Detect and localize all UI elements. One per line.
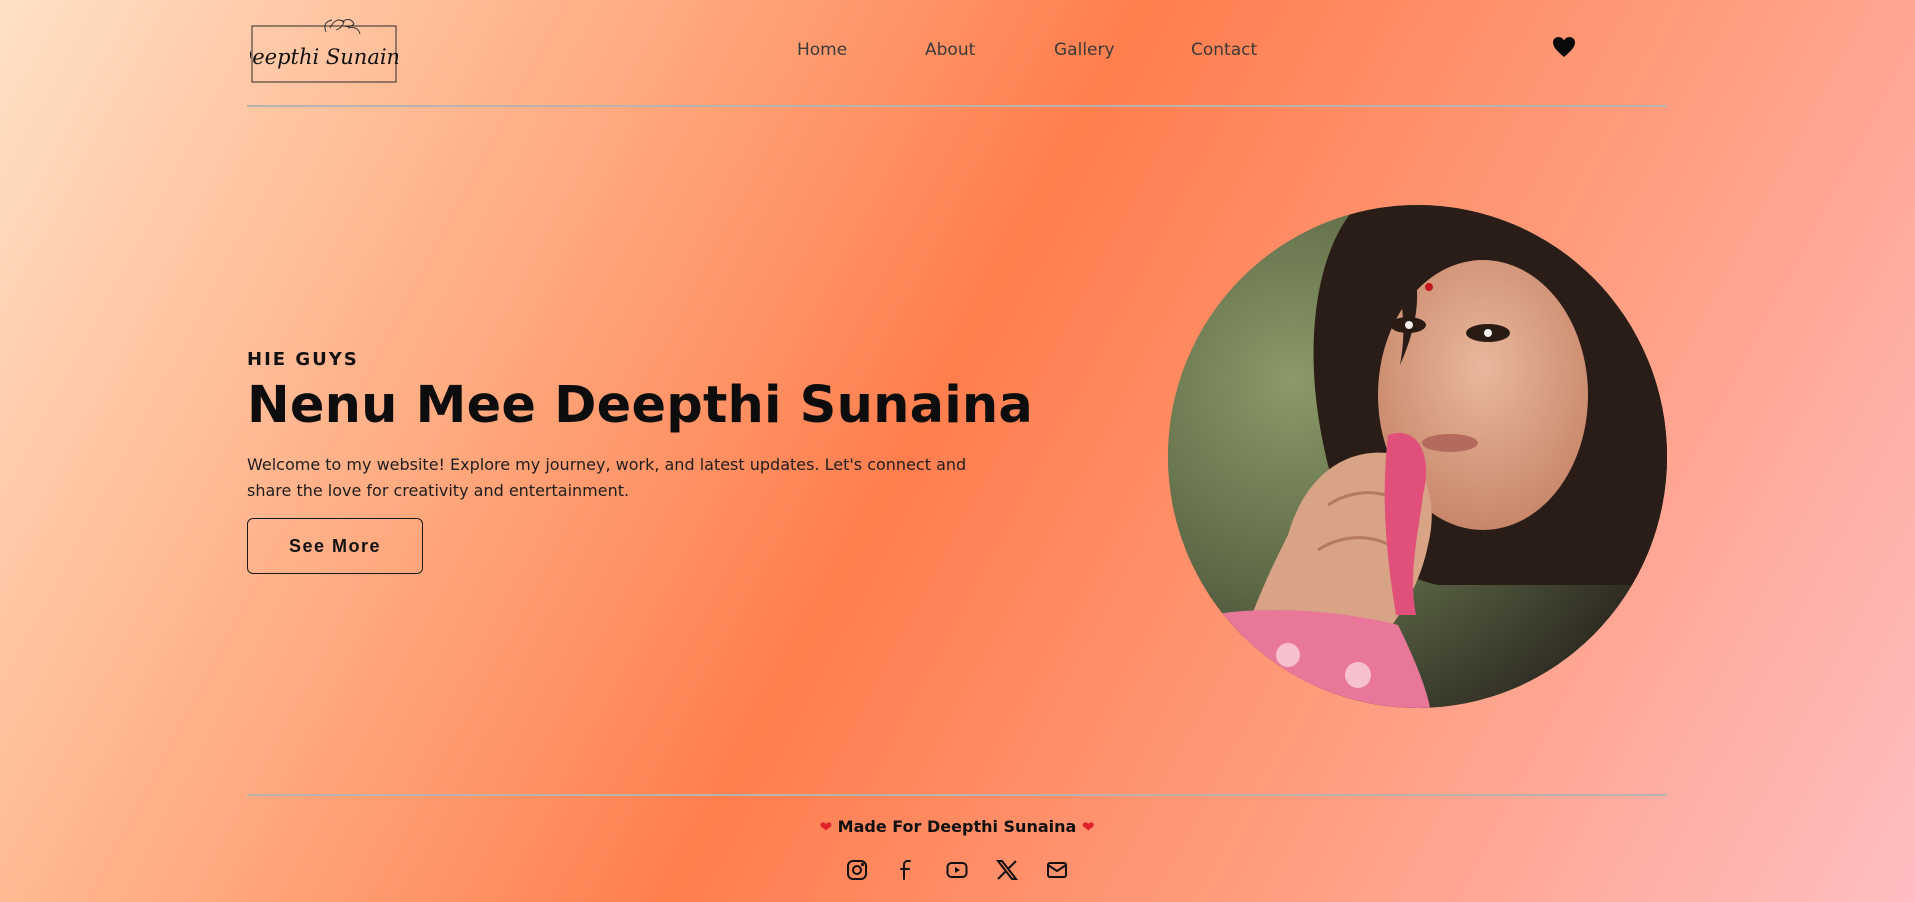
nav-gallery[interactable]: Gallery	[1054, 40, 1115, 60]
hero-title: Nenu Mee Deepthi Sunaina	[247, 376, 1034, 435]
logo-text: Deepthi Sunaina	[250, 45, 398, 69]
nav-contact[interactable]: Contact	[1191, 40, 1257, 60]
footer-divider	[247, 794, 1667, 796]
heart-left-icon: ❤	[819, 818, 833, 836]
page-container: Deepthi Sunaina Home About Gallery Conta…	[234, 0, 1667, 902]
hero-eyebrow: HIE GUYS	[247, 349, 359, 370]
site-logo[interactable]: Deepthi Sunaina	[234, 14, 413, 86]
instagram-icon[interactable]	[845, 858, 869, 882]
portrait-image	[1168, 205, 1667, 708]
nav-about[interactable]: About	[925, 40, 975, 60]
youtube-icon[interactable]	[945, 858, 969, 882]
social-links	[247, 858, 1667, 882]
mail-icon[interactable]	[1045, 858, 1069, 882]
see-more-button[interactable]: See More	[247, 518, 423, 574]
heart-right-icon: ❤	[1081, 818, 1095, 836]
heart-icon[interactable]	[1552, 36, 1578, 60]
site-header: Deepthi Sunaina Home About Gallery Conta…	[234, 0, 1667, 107]
facebook-icon[interactable]	[895, 858, 919, 882]
made-for-text: ❤ Made For Deepthi Sunaina ❤	[247, 817, 1667, 836]
x-icon[interactable]	[995, 858, 1019, 882]
nav-home[interactable]: Home	[797, 40, 847, 60]
made-for-label: Made For Deepthi Sunaina	[837, 817, 1077, 836]
hero-description: Welcome to my website! Explore my journe…	[247, 455, 967, 500]
